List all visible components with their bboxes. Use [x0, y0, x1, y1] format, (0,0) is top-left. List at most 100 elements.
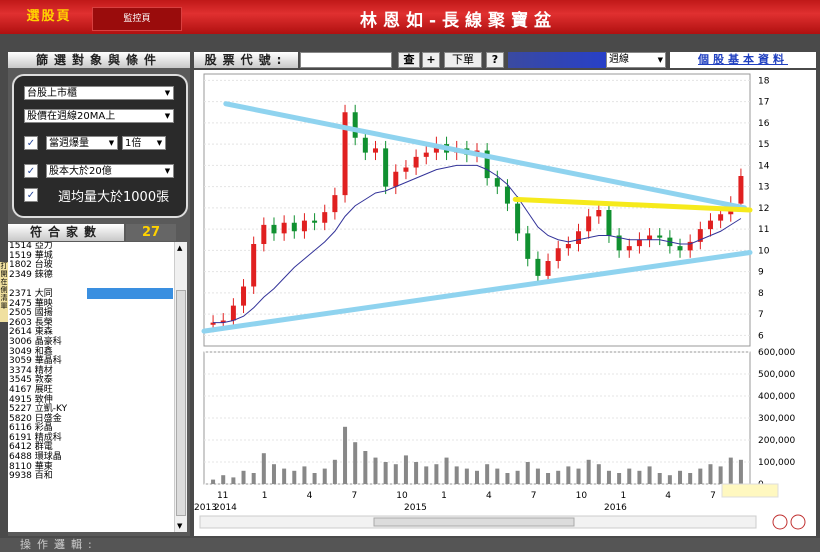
volume-surge-checkbox[interactable]: ✓	[24, 136, 38, 150]
x-tick-label: 1	[262, 491, 268, 501]
capital-checkbox[interactable]: ✓	[24, 164, 38, 178]
list-item[interactable]: 2349 錸德	[8, 270, 182, 281]
candle-body	[393, 171, 399, 187]
candle-body	[626, 246, 632, 251]
x-tick-label: 10	[396, 491, 408, 501]
query-button[interactable]: 查	[398, 52, 420, 68]
period-select[interactable]: 週線 ▼	[606, 52, 666, 68]
candle-body	[657, 235, 663, 238]
volume-bar	[434, 464, 439, 484]
scroll-thumb[interactable]	[373, 517, 575, 527]
volume-bar	[241, 470, 246, 484]
candle-body	[576, 231, 582, 244]
volume-bar	[231, 477, 236, 484]
add-button[interactable]: +	[422, 52, 440, 68]
volume-bar	[312, 473, 317, 484]
year-label: 2015	[404, 503, 427, 513]
volume-bar	[485, 464, 490, 484]
chevron-down-icon: ▼	[156, 139, 163, 147]
volume-bar	[464, 468, 469, 484]
candle-body	[312, 220, 318, 223]
candle-body	[291, 222, 297, 232]
price-tick-label: 9	[758, 268, 764, 278]
candle-body	[677, 246, 683, 251]
volume-tick-label: 200,000	[758, 436, 795, 446]
volume-multiple-select[interactable]: 1倍 ▼	[122, 136, 166, 150]
volume-bar	[424, 466, 429, 484]
candle-body	[707, 220, 713, 230]
volume-bar	[221, 475, 226, 484]
volume-bar	[525, 462, 530, 484]
market-select[interactable]: 台股上市櫃 ▼	[24, 86, 174, 100]
candle-body	[504, 186, 510, 204]
price-tick-label: 14	[758, 161, 770, 171]
volume-tick-label: 300,000	[758, 414, 795, 424]
volume-surge-select[interactable]: 當週爆量 ▼	[46, 136, 118, 150]
chevron-down-icon[interactable]: ▼	[177, 522, 182, 530]
zoom-out-icon[interactable]	[790, 514, 806, 530]
price-tick-label: 8	[758, 289, 764, 299]
list-selection-highlight	[87, 288, 173, 299]
volume-bar	[556, 470, 561, 484]
x-tick-label: 4	[665, 491, 671, 501]
volume-bar	[292, 470, 297, 484]
price-tick-label: 10	[758, 246, 770, 256]
x-tick-label: 7	[351, 491, 357, 501]
volume-bar	[708, 464, 713, 484]
list-item[interactable]: 9938 百和	[8, 472, 182, 482]
weekly-volume-checkbox[interactable]: ✓	[24, 188, 38, 202]
stock-list[interactable]: 1514 亞力 1519 華城 1802 台玻 2349 錸德 2371 大同 2475 …	[8, 242, 182, 532]
candle-body	[251, 244, 257, 287]
match-count-label: 符合家數	[8, 224, 124, 241]
candle-body	[555, 248, 561, 261]
candle-body	[535, 258, 541, 276]
candle-body	[241, 286, 247, 306]
candle-body	[342, 112, 348, 196]
list-scrollbar[interactable]: ▲ ▼	[174, 242, 187, 532]
chevron-down-icon: ▼	[164, 167, 171, 175]
candle-body	[586, 216, 592, 232]
x-tick-label: 7	[531, 491, 537, 501]
chevron-down-icon: ▼	[164, 112, 171, 120]
filter-panel: 篩選對象與條件 台股上市櫃 ▼ 股價在週線20MA上 ▼ ✓ 當週爆量 ▼ 1倍 ▼ ✓…	[8, 52, 190, 536]
volume-bar	[698, 468, 703, 484]
candle-body	[515, 203, 521, 234]
volume-bar	[393, 464, 398, 484]
price-tick-label: 13	[758, 183, 769, 193]
order-button[interactable]: 下單	[444, 52, 482, 68]
volume-bar	[688, 473, 693, 484]
volume-bar	[515, 470, 520, 484]
x-tick-label: 4	[307, 491, 313, 501]
tab-monitor[interactable]: 監控頁	[92, 7, 182, 31]
x-tick-label: 1	[620, 491, 626, 501]
crosshair-readout	[721, 483, 779, 498]
candle-body	[413, 156, 419, 168]
volume-bar	[546, 473, 551, 484]
volume-tick-label: 600,000	[758, 348, 795, 358]
chevron-up-icon[interactable]: ▲	[177, 244, 182, 252]
side-list-tab[interactable]: 打開在側清單	[0, 262, 8, 322]
chevron-down-icon: ▼	[164, 89, 171, 97]
volume-bar	[738, 459, 743, 484]
candlestick-chart: 67891011121314151617180100,000200,000300…	[194, 73, 806, 530]
help-button[interactable]: ?	[486, 52, 504, 68]
volume-bar	[678, 470, 683, 484]
volume-bar	[251, 473, 256, 484]
price-tick-label: 6	[758, 331, 764, 341]
list-scroll-thumb[interactable]	[176, 290, 186, 516]
volume-bar	[535, 468, 540, 484]
volume-bar	[667, 475, 672, 484]
volume-bar	[566, 466, 571, 484]
capital-select[interactable]: 股本大於20億 ▼	[46, 164, 174, 178]
tab-screener[interactable]: 選股頁	[8, 5, 90, 29]
volume-bar	[343, 426, 348, 484]
basic-info-link[interactable]: 個股基本資料	[670, 52, 816, 68]
chevron-down-icon: ▼	[108, 139, 115, 147]
volume-bar	[627, 468, 632, 484]
stock-code-label: 股票代號:	[194, 52, 298, 68]
candle-body	[647, 235, 653, 240]
price-tick-label: 18	[758, 76, 770, 86]
zoom-in-icon[interactable]	[772, 514, 788, 530]
stock-code-input[interactable]	[300, 52, 392, 68]
price-condition-select[interactable]: 股價在週線20MA上 ▼	[24, 109, 174, 123]
